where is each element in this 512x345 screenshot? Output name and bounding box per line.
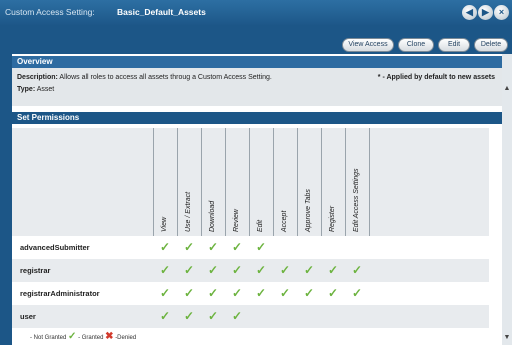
- column-header: Download: [209, 200, 216, 232]
- granted-check-icon[interactable]: ✓: [184, 286, 194, 300]
- overview-panel: Description: Allows all roles to access …: [12, 68, 502, 106]
- set-permissions-heading: Set Permissions: [12, 112, 502, 124]
- legend-granted: - Granted: [78, 335, 104, 341]
- granted-check-icon[interactable]: ✓: [328, 263, 338, 277]
- granted-check-icon[interactable]: ✓: [160, 263, 170, 277]
- granted-check-icon[interactable]: ✓: [184, 309, 194, 323]
- column-header: Accept: [281, 210, 288, 232]
- column-header: Use / Extract: [185, 191, 192, 232]
- column-header: View: [161, 216, 168, 232]
- left-frame: [0, 54, 12, 345]
- granted-check-icon[interactable]: ✓: [280, 286, 290, 300]
- view-access-button[interactable]: View Access: [342, 38, 394, 52]
- column-header: Edit: [257, 219, 264, 232]
- granted-check-icon[interactable]: ✓: [232, 240, 242, 254]
- role-name: advancedSubmitter: [20, 243, 90, 252]
- toolbar: View Access Clone Edit Delete: [0, 26, 512, 54]
- granted-check-icon[interactable]: ✓: [184, 240, 194, 254]
- legend-denied: -Denied: [115, 335, 137, 341]
- granted-check-icon[interactable]: ✓: [160, 240, 170, 254]
- granted-check-icon[interactable]: ✓: [352, 263, 362, 277]
- scroll-down-icon[interactable]: ▼: [502, 333, 512, 343]
- granted-check-icon[interactable]: ✓: [352, 286, 362, 300]
- overview-heading: Overview: [12, 56, 502, 68]
- permission-row: [12, 305, 489, 328]
- granted-check-icon[interactable]: ✓: [232, 286, 242, 300]
- role-name: registrarAdministrator: [20, 289, 100, 298]
- column-header: Review: [233, 209, 240, 232]
- window-title-prefix: Custom Access Setting:: [5, 7, 95, 17]
- delete-button[interactable]: Delete: [474, 38, 508, 52]
- column-header: Edit Access Settings: [353, 168, 360, 232]
- granted-check-icon[interactable]: ✓: [232, 263, 242, 277]
- legend-not-granted: - Not Granted: [30, 335, 67, 341]
- edit-button[interactable]: Edit: [438, 38, 470, 52]
- window-title: Basic_Default_Assets: [117, 7, 206, 17]
- granted-check-icon[interactable]: ✓: [256, 286, 266, 300]
- granted-check-icon[interactable]: ✓: [328, 286, 338, 300]
- scroll-up-icon[interactable]: ▲: [502, 84, 512, 94]
- granted-check-icon[interactable]: ✓: [304, 286, 314, 300]
- permissions-header: [12, 128, 489, 236]
- denied-cross-icon: ✖: [105, 331, 114, 342]
- close-icon[interactable]: ×: [494, 5, 509, 20]
- granted-check-icon[interactable]: ✓: [256, 263, 266, 277]
- granted-check-icon[interactable]: ✓: [256, 240, 266, 254]
- granted-check-icon[interactable]: ✓: [160, 309, 170, 323]
- column-header: Approve Tabs: [305, 189, 312, 232]
- column-header: Register: [329, 205, 336, 232]
- scrollbar[interactable]: [502, 54, 512, 345]
- permission-row: [12, 259, 489, 282]
- granted-check-icon[interactable]: ✓: [184, 263, 194, 277]
- type-value: Asset: [36, 86, 55, 93]
- granted-check-icon[interactable]: ✓: [160, 286, 170, 300]
- granted-check-icon[interactable]: ✓: [304, 263, 314, 277]
- granted-check-icon[interactable]: ✓: [208, 240, 218, 254]
- granted-check-icon[interactable]: ✓: [280, 263, 290, 277]
- description-value: Allows all roles to access all assets th…: [59, 74, 272, 81]
- role-name: user: [20, 312, 36, 321]
- legend: - Not Granted ✓ - Granted ✖ -Denied: [30, 331, 136, 342]
- next-icon[interactable]: ▶: [478, 5, 493, 20]
- description-label: Description:: [17, 74, 58, 81]
- granted-check-icon[interactable]: ✓: [208, 286, 218, 300]
- type-label: Type:: [17, 86, 36, 93]
- granted-check-icon: ✓: [68, 331, 77, 342]
- granted-check-icon[interactable]: ✓: [208, 263, 218, 277]
- granted-check-icon[interactable]: ✓: [232, 309, 242, 323]
- clone-button[interactable]: Clone: [398, 38, 434, 52]
- role-name: registrar: [20, 266, 51, 275]
- granted-check-icon[interactable]: ✓: [208, 309, 218, 323]
- title-bar: Custom Access Setting: Basic_Default_Ass…: [0, 0, 512, 26]
- type-line: Type: Asset: [17, 84, 497, 96]
- previous-icon[interactable]: ◀: [462, 5, 477, 20]
- applied-by-default-note: * - Applied by default to new assets: [377, 74, 495, 81]
